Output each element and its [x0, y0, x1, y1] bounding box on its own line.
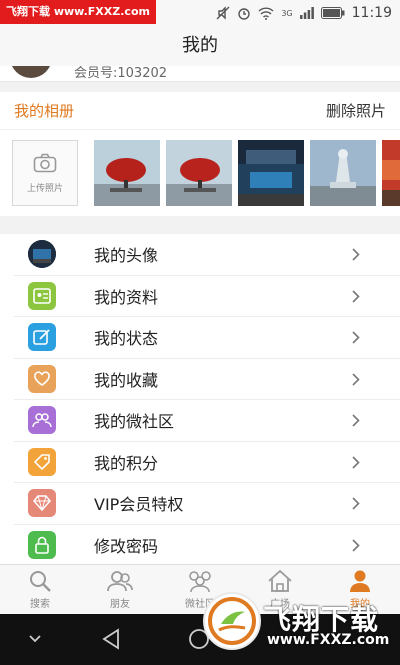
chevron-down-icon[interactable] — [28, 634, 42, 644]
menu-item-label: 我的资料 — [94, 287, 159, 307]
menu-item-label: 我的收藏 — [94, 370, 159, 390]
chevron-right-icon — [352, 331, 360, 344]
menu-item-label: VIP会员特权 — [94, 495, 184, 515]
back-icon[interactable] — [100, 628, 122, 650]
album-photo[interactable] — [94, 140, 160, 206]
heart-icon — [28, 364, 56, 393]
menu-item-change-password[interactable]: 修改密码 — [14, 525, 400, 565]
alarm-icon — [238, 8, 251, 20]
chevron-right-icon — [352, 497, 360, 510]
album-photo[interactable] — [238, 140, 304, 206]
delete-photos-button[interactable]: 删除照片 — [326, 100, 386, 121]
status-bar: 飞翔下载 www.FXXZ.com 3G 11:19 — [0, 0, 400, 26]
group-icon — [28, 406, 56, 435]
menu-item-label: 我的头像 — [94, 246, 159, 266]
camera-icon — [33, 153, 57, 173]
album-section: 我的相册 删除照片 上传照片 — [0, 92, 400, 216]
tab-label: 搜索 — [30, 599, 50, 610]
menu-item-label: 我的微社区 — [94, 412, 175, 432]
diamond-icon — [28, 489, 56, 518]
mute-icon — [216, 6, 230, 20]
tag-icon — [28, 447, 56, 476]
album-photo[interactable] — [382, 140, 400, 206]
menu-item-status[interactable]: 我的状态 — [14, 317, 400, 359]
tab-search[interactable]: 搜索 — [0, 565, 80, 614]
tab-friends[interactable]: 朋友 — [80, 565, 160, 614]
chevron-right-icon — [352, 248, 360, 261]
avatar[interactable] — [10, 66, 52, 78]
page-title: 我的 — [0, 26, 400, 66]
lock-icon — [28, 530, 56, 559]
album-photo[interactable] — [166, 140, 232, 206]
member-number: 会员号:103202 — [74, 66, 168, 81]
photo-strip[interactable]: 上传照片 — [0, 140, 400, 206]
menu-item-profile[interactable]: 我的资料 — [14, 276, 400, 317]
chevron-right-icon — [352, 414, 360, 427]
menu-item-label: 修改密码 — [94, 536, 159, 556]
chevron-right-icon — [352, 538, 360, 552]
search-icon — [30, 571, 51, 592]
album-photo[interactable] — [310, 140, 376, 206]
tab-label: 朋友 — [110, 599, 130, 610]
menu-item-community[interactable]: 我的微社区 — [14, 400, 400, 442]
menu-item-label: 我的状态 — [94, 329, 159, 349]
network-type: 3G — [281, 8, 293, 18]
battery-icon — [320, 7, 345, 19]
profile-card-icon — [28, 281, 56, 310]
chevron-right-icon — [352, 289, 360, 303]
edit-icon — [28, 323, 56, 352]
chevron-right-icon — [352, 455, 360, 469]
watermark-banner: 飞翔下载 www.FXXZ.com — [0, 0, 156, 24]
menu-item-vip[interactable]: VIP会员特权 — [14, 483, 400, 525]
menu-list: 我的头像 我的资料 我的状态 我的收藏 我的微社区 我的积分 VIP会员特权 修… — [0, 234, 400, 564]
avatar-thumbnail-icon — [28, 240, 56, 269]
album-title: 我的相册 — [14, 102, 75, 120]
status-icons: 3G 11:19 — [216, 0, 392, 26]
menu-item-favorites[interactable]: 我的收藏 — [14, 359, 400, 400]
signal-icon — [299, 7, 314, 19]
watermark-url: www.FXXZ.com — [267, 632, 390, 648]
watermark-emblem-icon — [203, 592, 261, 650]
menu-item-avatar[interactable]: 我的头像 — [14, 234, 400, 276]
chevron-right-icon — [352, 372, 360, 386]
watermark-logo: 飞翔下载 www.FXXZ.com — [203, 590, 393, 652]
wifi-icon — [258, 6, 274, 20]
profile-card[interactable]: 会员号:103202 — [0, 66, 400, 82]
menu-item-points[interactable]: 我的积分 — [14, 442, 400, 483]
friends-icon — [107, 571, 133, 592]
menu-item-label: 我的积分 — [94, 453, 159, 473]
upload-label: 上传照片 — [26, 184, 63, 194]
clock: 11:19 — [351, 5, 392, 21]
upload-photo-button[interactable]: 上传照片 — [12, 140, 78, 206]
